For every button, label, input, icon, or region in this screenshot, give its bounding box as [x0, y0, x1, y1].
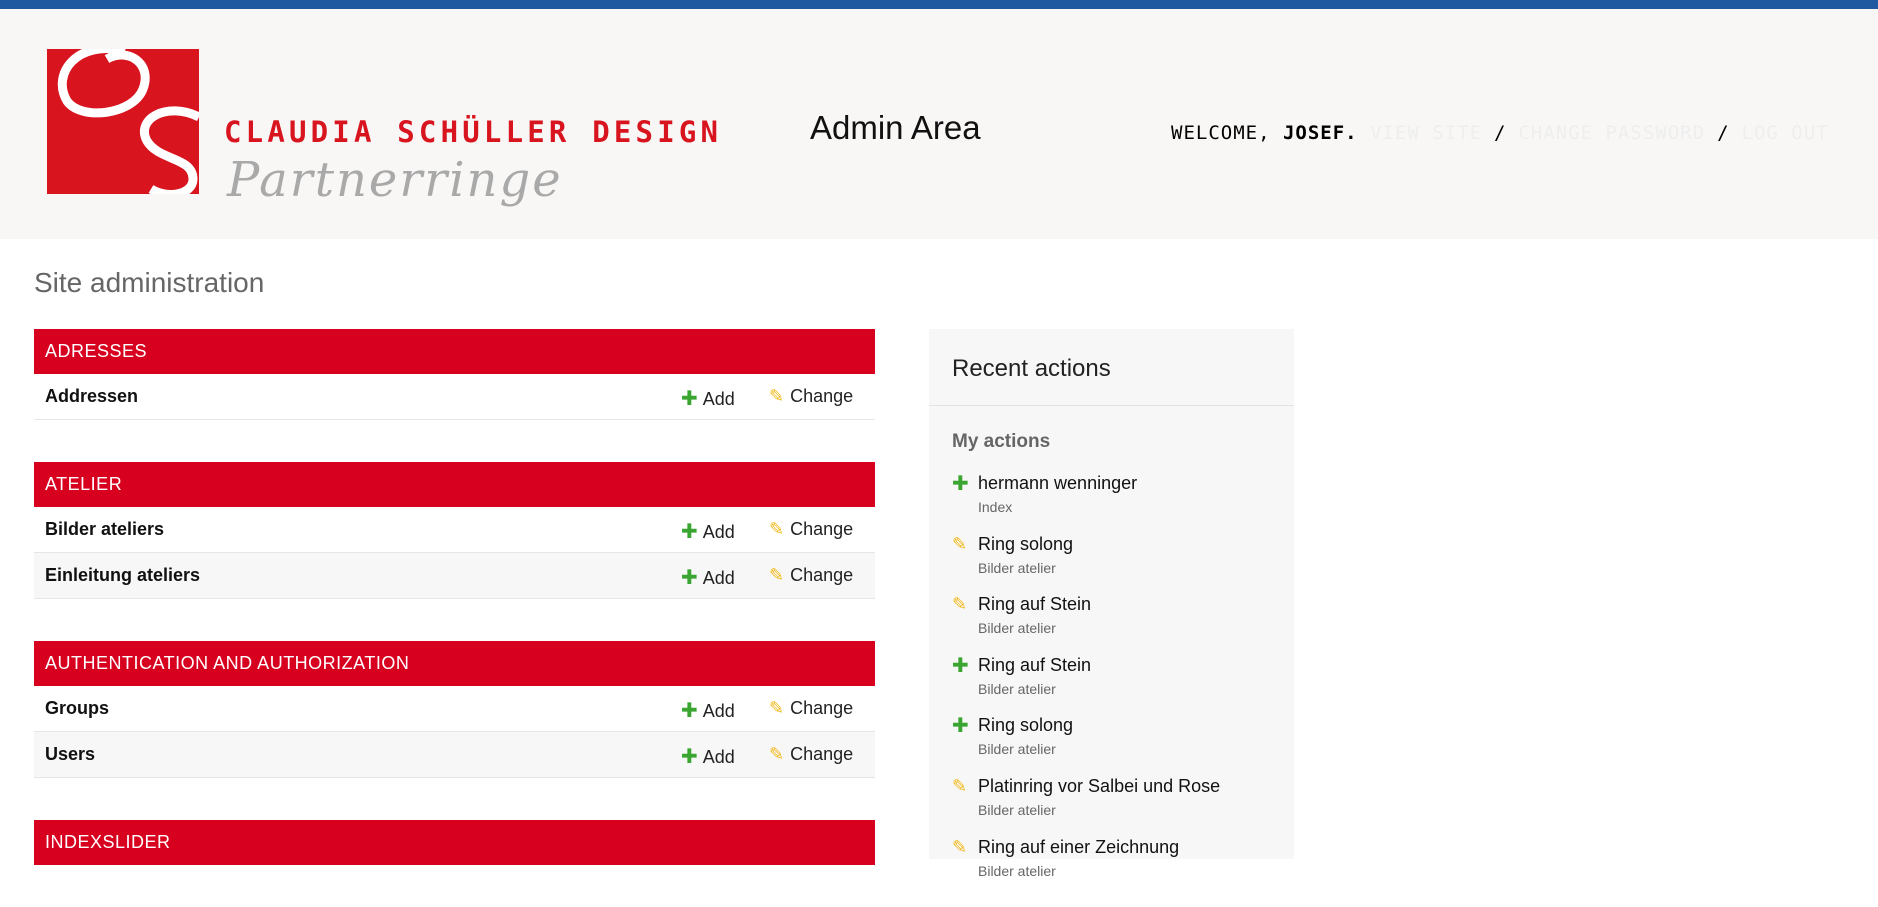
- plus-icon: ✚: [681, 521, 698, 543]
- change-button[interactable]: ✎ Change: [769, 698, 853, 719]
- model-link[interactable]: Einleitung ateliers: [45, 565, 200, 586]
- add-label: Add: [702, 522, 735, 542]
- action-content-type: Bilder atelier: [978, 559, 1056, 576]
- add-button[interactable]: ✚ Add: [681, 565, 735, 590]
- user-tools: WELCOME, JOSEF. VIEW SITE / CHANGE PASSWOR…: [1171, 122, 1829, 144]
- table-row: Einleitung ateliers ✚ Add ✎ Change: [34, 553, 875, 599]
- action-content-type: Bilder atelier: [978, 680, 1056, 697]
- table-row: Groups ✚ Add ✎ Change: [34, 686, 875, 732]
- page-title: Site administration: [34, 267, 265, 298]
- action-content-type: Bilder atelier: [978, 801, 1056, 818]
- change-label: Change: [790, 565, 854, 585]
- pencil-icon: ✎: [952, 836, 968, 857]
- username: JOSEF: [1282, 122, 1346, 144]
- list-item: ✎ Ring auf einer Zeichnung Bilder atelie…: [952, 837, 1282, 898]
- plus-icon: ✚: [952, 654, 969, 677]
- table-row: Addressen ✚ Add ✎ Change: [34, 374, 875, 420]
- change-label: Change: [790, 698, 854, 718]
- action-content-type: Bilder atelier: [978, 620, 1056, 637]
- table-row: Users ✚ Add ✎ Change: [34, 732, 875, 778]
- divider: [929, 405, 1294, 406]
- module-header[interactable]: AUTHENTICATION AND AUTHORIZATION: [34, 641, 875, 686]
- username-period: .: [1345, 122, 1358, 144]
- pencil-icon: ✎: [769, 519, 785, 539]
- logout-link[interactable]: LOG OUT: [1742, 122, 1829, 144]
- action-link[interactable]: Ring solong: [978, 534, 1073, 555]
- my-actions-heading: My actions: [952, 431, 1051, 452]
- action-content-type: Index: [978, 499, 1013, 515]
- module-header[interactable]: INDEXSLIDER: [34, 820, 875, 865]
- list-item: ✎ Platinring vor Salbei und Rose Bilder …: [952, 776, 1282, 837]
- recent-actions-panel: Recent actions My actions ✚ hermann wenn…: [929, 329, 1294, 879]
- plus-icon: ✚: [681, 567, 698, 589]
- pencil-icon: ✎: [952, 594, 968, 615]
- action-link[interactable]: Platinring vor Salbei und Rose: [978, 776, 1220, 797]
- action-link[interactable]: Ring auf Stein: [978, 594, 1091, 615]
- separator: /: [1494, 122, 1507, 144]
- cs-monogram-icon: [47, 49, 199, 194]
- action-content-type: Bilder atelier: [978, 862, 1056, 879]
- module-indexslider: INDEXSLIDER: [34, 820, 875, 865]
- list-item: ✎ Ring solong Bilder atelier: [952, 534, 1282, 595]
- recent-actions-title: Recent actions: [952, 355, 1111, 382]
- action-link[interactable]: Ring auf Stein: [978, 655, 1091, 676]
- list-item: ✚ hermann wenninger Index: [952, 473, 1282, 534]
- brand-logo[interactable]: CLAUDIA SCHÜLLER DESIGN Partnerringe: [47, 49, 787, 219]
- model-link[interactable]: Users: [45, 744, 95, 765]
- action-link[interactable]: Ring solong: [978, 715, 1073, 736]
- list-item: ✎ Ring auf Stein Bilder atelier: [952, 594, 1282, 655]
- module-adresses: ADRESSES Addressen ✚ Add ✎ Change: [34, 329, 875, 420]
- welcome-text: WELCOME,: [1171, 122, 1283, 144]
- plus-icon: ✚: [681, 388, 698, 410]
- change-button[interactable]: ✎ Change: [769, 565, 853, 586]
- module-header[interactable]: ATELIER: [34, 462, 875, 507]
- separator: /: [1717, 122, 1730, 144]
- add-label: Add: [702, 568, 735, 588]
- list-item: ✚ Ring auf Stein Bilder atelier: [952, 655, 1282, 716]
- list-item: ✚ Ring solong Bilder atelier: [952, 715, 1282, 776]
- plus-icon: ✚: [952, 715, 969, 738]
- add-label: Add: [702, 747, 735, 767]
- plus-icon: ✚: [681, 700, 698, 722]
- add-button[interactable]: ✚ Add: [681, 519, 735, 544]
- change-password-link[interactable]: CHANGE PASSWORD: [1518, 122, 1705, 144]
- module-authentication: AUTHENTICATION AND AUTHORIZATION Groups …: [34, 641, 875, 778]
- change-label: Change: [790, 519, 854, 539]
- pencil-icon: ✎: [769, 386, 785, 406]
- add-label: Add: [702, 701, 735, 721]
- recent-actions-list: ✚ hermann wenninger Index ✎ Ring solong …: [952, 473, 1282, 897]
- change-label: Change: [790, 744, 854, 764]
- pencil-icon: ✎: [952, 775, 968, 796]
- logo-subtitle: Partnerringe: [227, 152, 563, 208]
- view-site-link[interactable]: VIEW SITE: [1370, 122, 1482, 144]
- plus-icon: ✚: [681, 746, 698, 768]
- add-button[interactable]: ✚ Add: [681, 744, 735, 769]
- add-button[interactable]: ✚ Add: [681, 386, 735, 411]
- action-link[interactable]: hermann wenninger: [978, 473, 1137, 494]
- model-link[interactable]: Groups: [45, 698, 109, 719]
- add-button[interactable]: ✚ Add: [681, 698, 735, 723]
- logo-wordmark: CLAUDIA SCHÜLLER DESIGN: [224, 115, 723, 149]
- action-content-type: Bilder atelier: [978, 741, 1056, 758]
- pencil-icon: ✎: [952, 533, 968, 554]
- module-atelier: ATELIER Bilder ateliers ✚ Add ✎ Change Ein…: [34, 462, 875, 599]
- change-label: Change: [790, 386, 854, 406]
- table-row: Bilder ateliers ✚ Add ✎ Change: [34, 507, 875, 553]
- change-button[interactable]: ✎ Change: [769, 519, 853, 540]
- pencil-icon: ✎: [769, 744, 785, 764]
- change-button[interactable]: ✎ Change: [769, 386, 853, 407]
- module-header[interactable]: ADRESSES: [34, 329, 875, 374]
- admin-area-title: Admin Area: [810, 109, 981, 146]
- model-link[interactable]: Bilder ateliers: [45, 519, 164, 540]
- site-header: CLAUDIA SCHÜLLER DESIGN Partnerringe Adm…: [0, 9, 1878, 239]
- action-link[interactable]: Ring auf einer Zeichnung: [978, 837, 1179, 858]
- app-list: ADRESSES Addressen ✚ Add ✎ Change ATELIER …: [34, 329, 875, 907]
- pencil-icon: ✎: [769, 698, 785, 718]
- plus-icon: ✚: [952, 473, 969, 495]
- top-accent-bar: [0, 0, 1878, 9]
- add-label: Add: [702, 389, 735, 409]
- model-link[interactable]: Addressen: [45, 386, 138, 407]
- change-button[interactable]: ✎ Change: [769, 744, 853, 765]
- pencil-icon: ✎: [769, 565, 785, 585]
